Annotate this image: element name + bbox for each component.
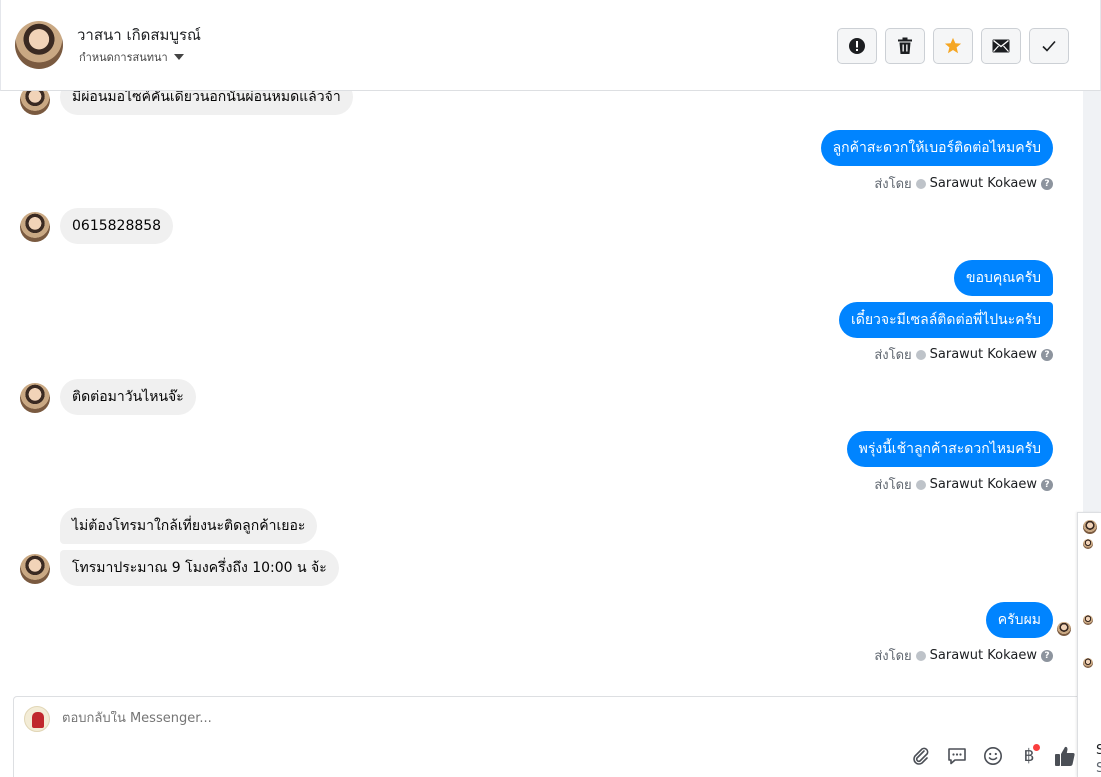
contact-name[interactable]: วาสนา เกิดสมบูรณ์: [77, 23, 201, 47]
verified-dot-icon: [915, 349, 926, 360]
like-button[interactable]: [1053, 744, 1077, 768]
outgoing-message[interactable]: พรุ่งนี้เช้าลูกค้าสะดวกไหมครับ: [846, 431, 1053, 467]
chat-head-avatar[interactable]: [1083, 520, 1097, 534]
contact-avatar-small: [20, 91, 50, 115]
mark-done-button[interactable]: [1029, 28, 1069, 64]
outgoing-message[interactable]: ลูกค้าสะดวกให้เบอร์ติดต่อไหมครับ: [820, 130, 1053, 166]
message-thread[interactable]: มีผ่อนมอไซค์คันเดียวนอกนั้นผ่อนหมดแล้วจ้…: [0, 91, 1083, 696]
payment-button[interactable]: ฿: [1017, 744, 1041, 768]
outgoing-message[interactable]: เดี๋ยวจะมีเซลล์ติดต่อพี่ไปนะครับ: [838, 302, 1053, 338]
delete-button[interactable]: [885, 28, 925, 64]
messenger-inbox: วาสนา เกิดสมบูรณ์ กำหนดการสนทนา มีผ่อนมอ…: [0, 0, 1101, 777]
envelope-icon: [992, 39, 1010, 53]
help-icon[interactable]: ?: [1041, 348, 1053, 361]
sent-by-agent[interactable]: Sarawut Kokaew: [930, 648, 1037, 663]
caret-down-icon: [173, 54, 184, 60]
smiley-icon: [984, 747, 1002, 765]
outgoing-message[interactable]: ครับผม: [985, 602, 1053, 638]
sent-by-agent[interactable]: Sarawut Kokaew: [930, 176, 1037, 191]
chat-head-avatar[interactable]: [1083, 539, 1093, 549]
contact-avatar-small: [20, 212, 50, 242]
attach-button[interactable]: [909, 744, 933, 768]
check-icon: [1042, 40, 1056, 52]
chat-head-avatar[interactable]: [1083, 658, 1093, 668]
seen-receipt-avatar: [1057, 622, 1071, 636]
side-chat-panel[interactable]: S S: [1077, 512, 1101, 777]
chat-bubbles-icon: [948, 748, 966, 765]
reply-composer: ฿: [13, 696, 1083, 777]
sent-by-label: ส่งโดย: [874, 649, 912, 664]
sent-by-label: ส่งโดย: [874, 177, 912, 192]
exclamation-circle-icon: [849, 38, 865, 54]
star-button[interactable]: [933, 28, 973, 64]
thumbs-up-icon: [1055, 746, 1075, 766]
assign-conversation-label: กำหนดการสนทนา: [79, 51, 168, 64]
assign-conversation-dropdown[interactable]: กำหนดการสนทนา: [79, 48, 184, 66]
outgoing-message[interactable]: ขอบคุณครับ: [954, 260, 1053, 296]
incoming-message[interactable]: ไม่ต้องโทรมาใกล้เที่ยงนะติดลูกค้าเยอะ: [60, 508, 318, 544]
trash-icon: [898, 37, 912, 54]
chat-head-avatar[interactable]: [1083, 615, 1093, 625]
saved-replies-button[interactable]: [945, 744, 969, 768]
verified-dot-icon: [915, 479, 926, 490]
contact-avatar[interactable]: [15, 21, 63, 69]
mark-spam-button[interactable]: [837, 28, 877, 64]
notification-dot: [1033, 744, 1040, 751]
paperclip-icon: [913, 747, 929, 765]
sent-by-label: ส่งโดย: [874, 478, 912, 493]
help-icon[interactable]: ?: [1041, 478, 1053, 491]
help-icon[interactable]: ?: [1041, 177, 1053, 190]
page-avatar: [24, 706, 50, 732]
sent-by-agent[interactable]: Sarawut Kokaew: [930, 347, 1037, 362]
incoming-message[interactable]: 0615828858: [60, 208, 174, 244]
contact-avatar-small: [20, 383, 50, 413]
sent-by-agent[interactable]: Sarawut Kokaew: [930, 477, 1037, 492]
help-icon[interactable]: ?: [1041, 649, 1053, 662]
conversation-header: วาสนา เกิดสมบูรณ์ กำหนดการสนทนา: [0, 0, 1101, 91]
verified-dot-icon: [915, 650, 926, 661]
contact-avatar-small: [20, 554, 50, 584]
reply-input[interactable]: [62, 711, 962, 726]
side-panel-text: S: [1096, 761, 1101, 776]
star-icon: [944, 37, 962, 54]
incoming-message[interactable]: โทรมาประมาณ 9 โมงครึ่งถึง 10:00 น จ้ะ: [60, 550, 339, 586]
sent-by-info: ส่งโดย Sarawut Kokaew ?: [874, 645, 1053, 666]
sent-by-info: ส่งโดย Sarawut Kokaew ?: [874, 344, 1053, 365]
sent-by-info: ส่งโดย Sarawut Kokaew ?: [874, 474, 1053, 495]
incoming-message[interactable]: มีผ่อนมอไซค์คันเดียวนอกนั้นผ่อนหมดแล้วจ้…: [60, 91, 353, 115]
mark-unread-button[interactable]: [981, 28, 1021, 64]
sent-by-info: ส่งโดย Sarawut Kokaew ?: [874, 173, 1053, 194]
emoji-button[interactable]: [981, 744, 1005, 768]
sent-by-label: ส่งโดย: [874, 348, 912, 363]
side-panel-text: S: [1096, 743, 1101, 758]
verified-dot-icon: [915, 178, 926, 189]
incoming-message[interactable]: ติดต่อมาวันไหนจ๊ะ: [60, 379, 196, 415]
